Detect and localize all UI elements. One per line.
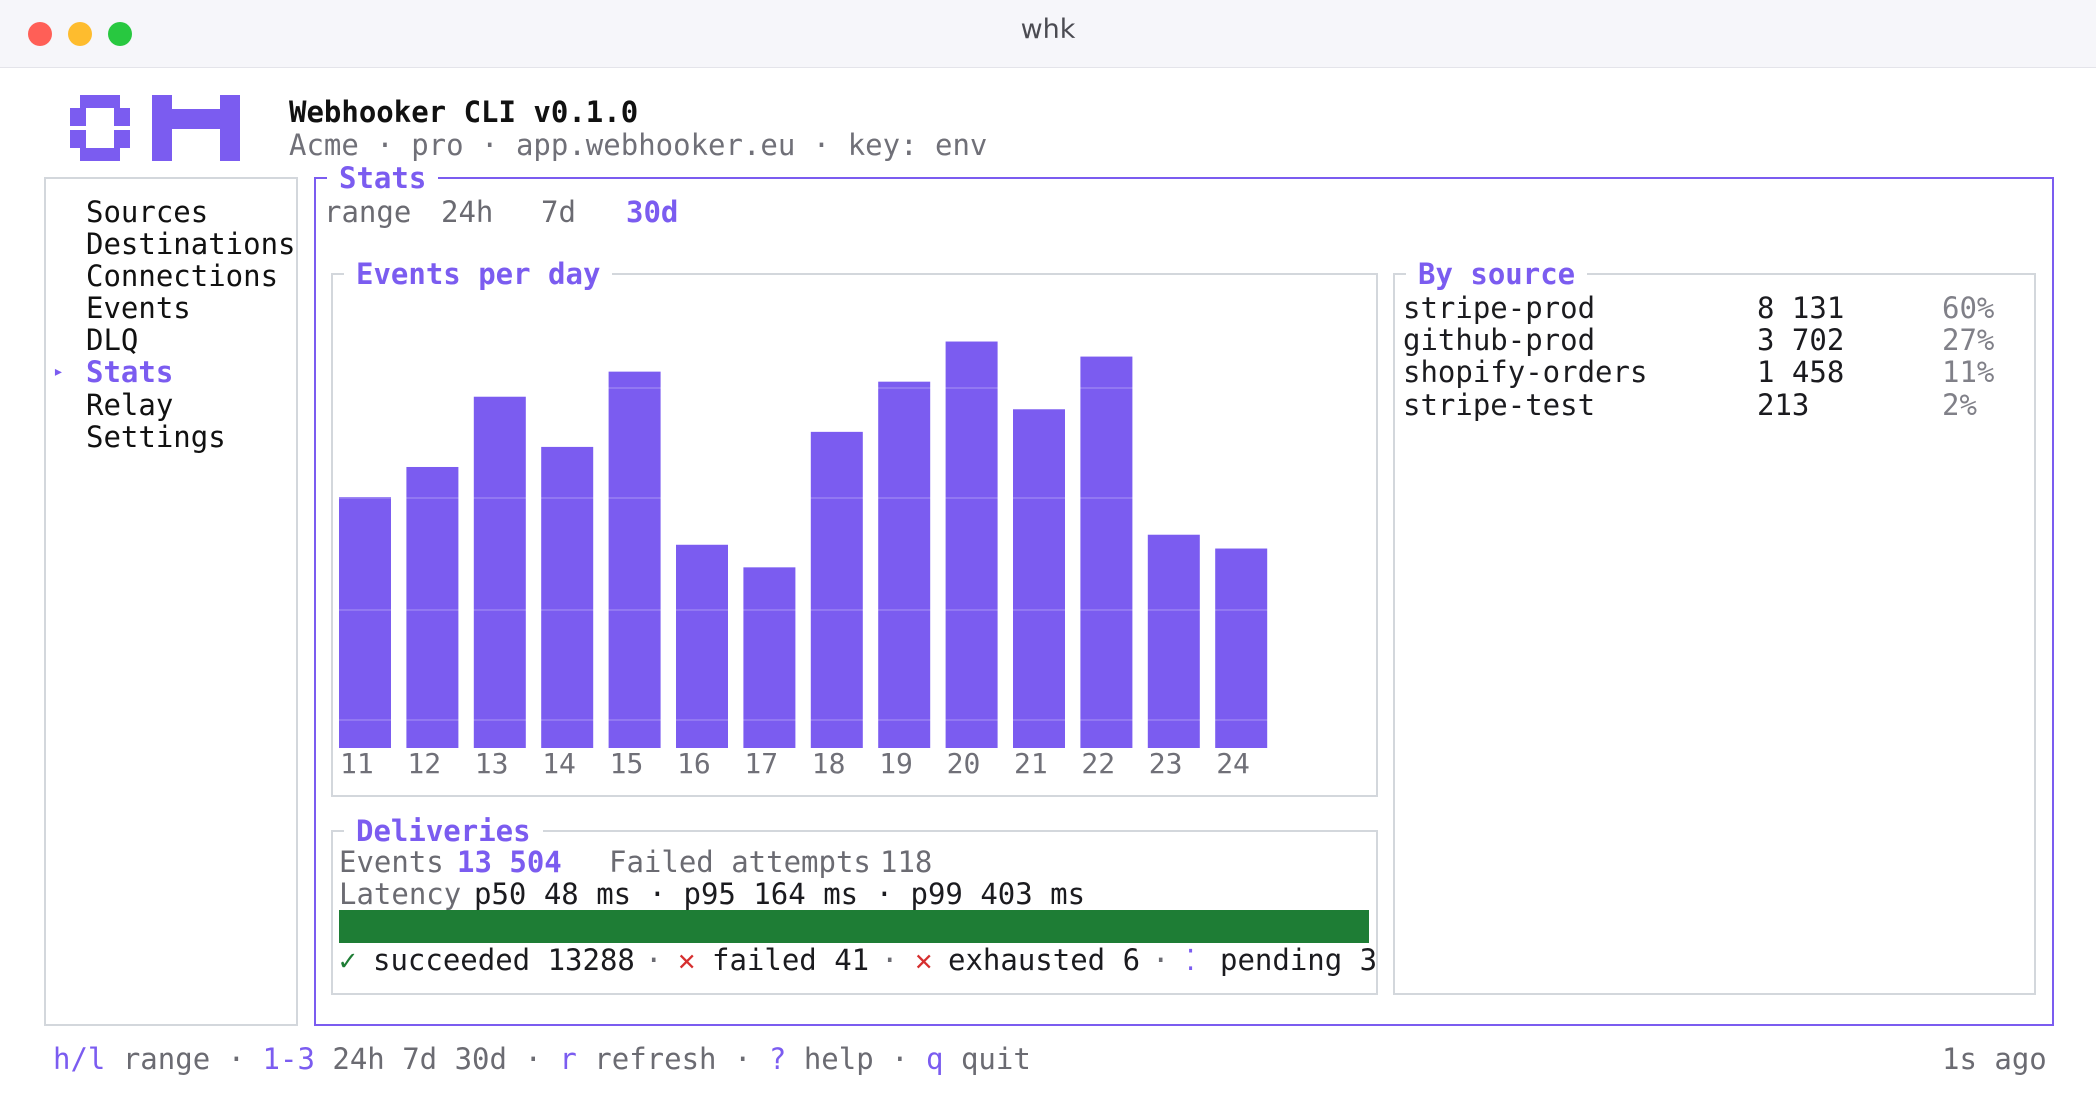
key-help-desc: help [786, 1042, 892, 1076]
key-q-desc: quit [943, 1042, 1031, 1076]
chart-tick-label: 18 [812, 747, 846, 780]
chart-tick-label: 15 [610, 747, 644, 780]
chart-tick-label: 16 [677, 747, 711, 780]
source-count: 3 702 [1757, 323, 1845, 357]
pending-icon: ⁚ [1186, 943, 1196, 977]
key-r-desc: refresh [576, 1042, 734, 1076]
chart-tick-label: 14 [542, 747, 576, 780]
window-title: whk [1020, 14, 1076, 45]
chart-bar-23 [1147, 534, 1200, 748]
range-option-7d[interactable]: 7d [541, 196, 576, 228]
chart-tick-label: 11 [340, 747, 374, 780]
source-name: github-prod [1403, 323, 1596, 357]
chart-tick-label: 20 [947, 747, 981, 780]
source-pct: 11% [1942, 355, 1995, 389]
chart-bar-22 [1080, 356, 1133, 748]
chart-bar-12 [406, 466, 459, 748]
status-separator: · [1152, 943, 1170, 977]
failed-attempts-label: Failed attempts [609, 845, 871, 879]
chart-tick-label: 17 [744, 747, 778, 780]
failed-attempts-value: 118 [880, 845, 933, 879]
sidebar-item-events[interactable]: Events [86, 292, 191, 324]
footer-keybindings: h/l range · 1-3 24h 7d 30d · r refresh ·… [53, 1043, 1031, 1075]
sidebar-item-connections[interactable]: Connections [86, 260, 278, 292]
app-subtitle: Acme · pro · app.webhooker.eu · key: env [289, 128, 988, 162]
key-1-3: 1-3 [245, 1042, 315, 1076]
stats-panel-title: Stats [327, 162, 439, 194]
range-option-30d[interactable]: 30d [626, 196, 678, 228]
key-q: q [908, 1042, 944, 1076]
chart-tick-label: 23 [1149, 747, 1183, 780]
app-title: Webhooker CLI v0.1.0 [289, 95, 639, 129]
sidebar-item-relay[interactable]: Relay [86, 389, 173, 421]
failed-icon: ✕ [678, 943, 696, 977]
active-marker-icon: ▸ [53, 361, 64, 382]
chart-tick-label: 13 [475, 747, 509, 780]
chart-tick-label: 22 [1081, 747, 1115, 780]
footer-separator: · [891, 1042, 909, 1076]
range-option-24h[interactable]: 24h [441, 196, 493, 228]
sidebar-item-dlq[interactable]: DLQ [86, 324, 138, 356]
succeeded-icon: ✓ [339, 943, 357, 977]
window-titlebar: whk [0, 0, 2096, 68]
chart-tick-label: 24 [1216, 747, 1250, 780]
key-r: r [541, 1042, 577, 1076]
sidebar-item-stats[interactable]: Stats [86, 356, 173, 388]
chart-bar-20 [945, 341, 998, 748]
status-separator: · [881, 943, 899, 977]
source-count: 1 458 [1757, 355, 1845, 389]
source-pct: 2% [1942, 388, 1977, 422]
chart-bar-18 [810, 431, 863, 748]
chart-bar-17 [743, 567, 796, 748]
events-total: 13 504 [457, 845, 562, 879]
last-updated: 1s ago [1942, 1042, 2047, 1076]
footer-separator: · [227, 1042, 246, 1076]
chart-bar-16 [676, 544, 728, 748]
delivery-status-bar [339, 910, 1369, 943]
chart-bar-21 [1013, 409, 1065, 748]
chart-bar-15 [608, 371, 661, 748]
webhooker-logo [70, 95, 240, 161]
failed-count: failed 41 [712, 943, 870, 977]
latency-label: Latency [339, 877, 462, 911]
pending-count: pending 3 [1220, 943, 1378, 977]
source-count: 213 [1757, 388, 1810, 422]
source-count: 8 131 [1757, 291, 1845, 325]
chart-tick-label: 21 [1014, 747, 1048, 780]
key-hl: h/l [53, 1042, 106, 1076]
key-help: ? [751, 1042, 787, 1076]
succeeded-count: succeeded 13288 [373, 943, 635, 977]
chart-bar-24 [1215, 548, 1268, 748]
status-separator: · [645, 943, 663, 977]
by-source-title: By source [1406, 258, 1588, 290]
sidebar-item-settings[interactable]: Settings [86, 421, 226, 453]
source-name: stripe-test [1403, 388, 1596, 422]
chart-bar-13 [473, 396, 526, 748]
sidebar-item-destinations[interactable]: Destinations [86, 228, 296, 260]
source-pct: 60% [1942, 291, 1995, 325]
events-label: Events [339, 845, 444, 879]
footer-separator: · [524, 1042, 542, 1076]
deliveries-title: Deliveries [344, 815, 543, 847]
source-name: shopify-orders [1403, 355, 1648, 389]
exhausted-count: exhausted 6 [948, 943, 1141, 977]
footer-separator: · [733, 1042, 752, 1076]
key-1-3-desc: 24h 7d 30d [314, 1042, 525, 1076]
sidebar-item-sources[interactable]: Sources [86, 196, 208, 228]
key-hl-desc: range [105, 1042, 228, 1076]
chart-bar-14 [541, 446, 594, 748]
chart-tick-label: 19 [879, 747, 913, 780]
source-name: stripe-prod [1403, 291, 1596, 325]
chart-bar-11 [339, 497, 391, 748]
chart-tick-label: 12 [407, 747, 441, 780]
latency-value: p50 48 ms · p95 164 ms · p99 403 ms [474, 877, 1086, 911]
source-pct: 27% [1942, 323, 1995, 357]
range-label: range [324, 195, 412, 229]
chart-bar-19 [878, 381, 931, 748]
exhausted-icon: ✕ [915, 943, 933, 977]
events-per-day-chart: 11 12 13 14 15 16 17 18 19 20 21 22 23 24 [333, 341, 1376, 780]
